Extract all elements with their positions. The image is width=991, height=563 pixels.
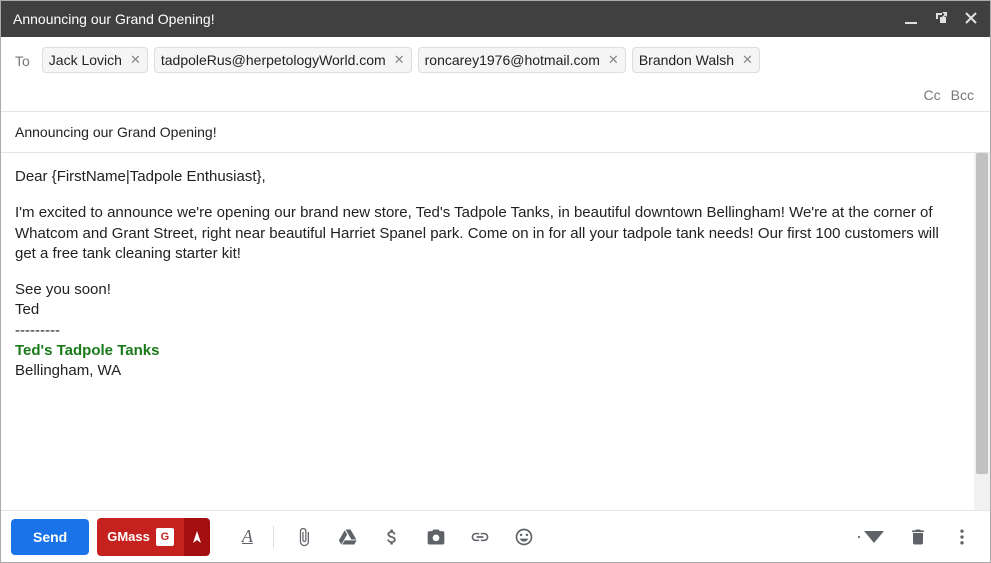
send-button[interactable]: Send [11, 519, 89, 555]
gmass-logo-icon: G [156, 528, 174, 546]
body-closing-name: Ted [15, 300, 960, 320]
gmass-dropdown-button[interactable] [184, 518, 210, 556]
recipient-text: roncarey1976@hotmail.com [425, 52, 600, 68]
link-icon [470, 527, 490, 547]
remove-recipient-icon[interactable]: ✕ [742, 52, 753, 68]
recipient-chip[interactable]: tadpoleRus@herpetologyWorld.com ✕ [154, 47, 412, 73]
signature-company: Ted's Tadpole Tanks [15, 341, 960, 361]
toolbar-divider [273, 526, 274, 548]
insert-drive-button[interactable] [330, 521, 366, 553]
dollar-icon [382, 527, 402, 547]
window-controls [904, 11, 978, 28]
scroll-track[interactable] [974, 153, 990, 510]
recipient-text: Brandon Walsh [639, 52, 734, 68]
gmass-group: GMass G [97, 518, 210, 556]
format-text-icon: A [242, 526, 253, 547]
popout-icon[interactable] [934, 11, 948, 28]
recipient-chip[interactable]: Jack Lovich ✕ [42, 47, 148, 73]
compose-window: Announcing our Grand Opening! To Jack Lo… [0, 0, 991, 563]
body-wrap: Dear {FirstName|Tadpole Enthusiast}, I'm… [1, 153, 990, 510]
chevron-down-icon [864, 527, 884, 547]
window-header: Announcing our Grand Opening! [1, 1, 990, 37]
window-title: Announcing our Grand Opening! [13, 11, 904, 27]
recipient-chip[interactable]: Brandon Walsh ✕ [632, 47, 760, 73]
body-paragraph: I'm excited to announce we're opening ou… [15, 203, 960, 264]
gmass-label: GMass [107, 529, 150, 544]
discard-draft-button[interactable] [900, 521, 936, 553]
insert-link-button[interactable] [462, 521, 498, 553]
recipient-text: Jack Lovich [49, 52, 122, 68]
drive-icon [338, 527, 358, 547]
minimize-icon[interactable] [904, 11, 918, 28]
body-greeting: Dear {FirstName|Tadpole Enthusiast}, [15, 167, 960, 187]
recipient-chip[interactable]: roncarey1976@hotmail.com ✕ [418, 47, 626, 73]
to-label: To [15, 47, 36, 75]
more-options-button[interactable] [944, 521, 980, 553]
formatting-button[interactable]: A [234, 520, 261, 553]
cc-bcc-row: Cc Bcc [15, 81, 978, 107]
insert-money-button[interactable] [374, 521, 410, 553]
subject-field[interactable]: Announcing our Grand Opening! [1, 112, 990, 153]
paperclip-icon [294, 527, 314, 547]
recipient-text: tadpoleRus@herpetologyWorld.com [161, 52, 386, 68]
remove-recipient-icon[interactable]: ✕ [394, 52, 405, 68]
close-icon[interactable] [964, 11, 978, 28]
to-field[interactable]: To Jack Lovich ✕ tadpoleRus@herpetologyW… [1, 37, 990, 112]
scroll-thumb[interactable] [976, 153, 988, 474]
kebab-icon [952, 527, 972, 547]
camera-icon [426, 527, 446, 547]
cc-toggle[interactable]: Cc [924, 87, 941, 103]
scrollbar[interactable] [974, 153, 990, 510]
trash-icon [908, 527, 928, 547]
subject-text: Announcing our Grand Opening! [15, 124, 217, 140]
insert-emoji-button[interactable] [506, 521, 542, 553]
signature-divider: --------- [15, 321, 960, 341]
attach-file-button[interactable] [286, 521, 322, 553]
remove-recipient-icon[interactable]: ✕ [130, 52, 141, 68]
insert-photo-button[interactable] [418, 521, 454, 553]
gmass-button[interactable]: GMass G [97, 518, 184, 556]
email-body[interactable]: Dear {FirstName|Tadpole Enthusiast}, I'm… [1, 153, 974, 510]
dot-icon: · [856, 526, 862, 547]
compose-toolbar: Send GMass G A [1, 510, 990, 562]
bcc-toggle[interactable]: Bcc [951, 87, 974, 103]
remove-recipient-icon[interactable]: ✕ [608, 52, 619, 68]
body-closing-line: See you soon! [15, 280, 960, 300]
emoji-icon [514, 527, 534, 547]
more-send-options-button[interactable]: · [848, 520, 892, 553]
signature-location: Bellingham, WA [15, 361, 960, 381]
